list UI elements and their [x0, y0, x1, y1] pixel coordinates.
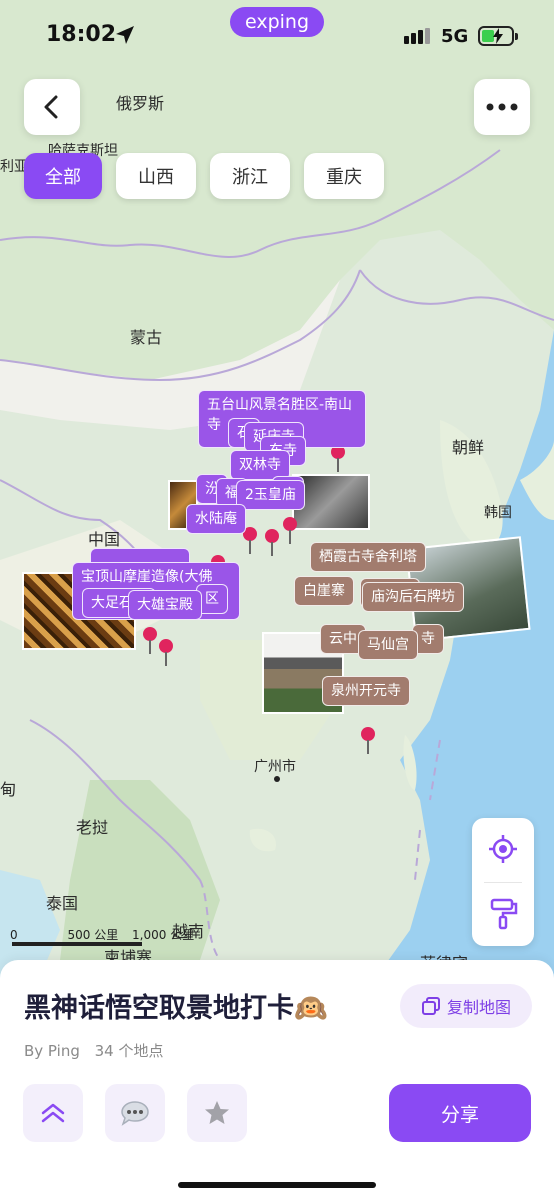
marker-label: 水陆庵 — [195, 511, 237, 527]
map-label-north-korea: 朝鲜 — [452, 438, 485, 457]
chevron-left-icon — [44, 95, 58, 119]
marker-label: 马仙宫 — [367, 637, 409, 653]
marker-label: 泉州开元寺 — [331, 683, 401, 699]
back-button[interactable] — [24, 79, 80, 135]
map-label-south-korea: 韩国 — [484, 505, 512, 521]
copy-icon — [421, 997, 440, 1015]
more-dots-icon — [486, 103, 518, 111]
map-scale: 0 500 公里 1,000 公里 — [10, 926, 194, 943]
map-label-thailand: 泰国 — [46, 894, 79, 913]
marker-label: 宝顶山摩崖造像(大佛 — [81, 569, 213, 585]
map-pin[interactable] — [264, 528, 280, 556]
battery-icon — [478, 26, 518, 46]
marker-shuilu[interactable]: 水陆庵 — [186, 504, 246, 534]
map-title: 黑神话悟空取景地打卡🙉 — [24, 993, 328, 1024]
marker-qixia[interactable]: 栖霞古寺舍利塔 — [310, 542, 426, 572]
divider — [484, 882, 522, 883]
filter-bar: 全部 山西 浙江 重庆 — [24, 153, 384, 199]
city-dot — [274, 776, 280, 782]
map-pin[interactable] — [330, 444, 346, 472]
map-controls — [472, 818, 534, 946]
scale-label: 500 公里 — [67, 928, 119, 942]
paint-roller-icon — [490, 898, 518, 930]
status-bar: 18:02 exping 5G — [0, 0, 554, 70]
marker-label: 寺 — [421, 631, 435, 647]
map-label-russia: 俄罗斯 — [116, 94, 165, 113]
filter-chip-shanxi[interactable]: 山西 — [116, 153, 196, 199]
locate-button[interactable] — [488, 834, 518, 864]
author-label: By Ping — [24, 1042, 80, 1060]
double-chevron-up-icon — [41, 1103, 65, 1123]
comment-button[interactable] — [105, 1084, 165, 1142]
copy-map-label: 复制地图 — [446, 998, 511, 1017]
scale-label: 1,000 公里 — [132, 928, 195, 942]
marker-quanzhou[interactable]: 泉州开元寺 — [322, 676, 410, 706]
marker-label: 大雄宝殿 — [137, 597, 193, 613]
filter-chip-chongqing[interactable]: 重庆 — [304, 153, 384, 199]
filter-chip-zhejiang[interactable]: 浙江 — [210, 153, 290, 199]
map-label-guangzhou: 广州市 — [254, 759, 296, 775]
map-pin[interactable] — [282, 516, 298, 544]
crosshair-icon — [489, 835, 517, 863]
marker-mashan[interactable]: 马仙宫 — [358, 630, 418, 660]
map-label-china: 中国 — [88, 530, 121, 549]
home-indicator — [178, 1182, 376, 1188]
star-icon — [205, 1101, 229, 1124]
location-arrow-icon — [116, 26, 134, 44]
marker-baiya[interactable]: 白崖寨 — [294, 576, 354, 606]
map-meta: By Ping 34 个地点 — [24, 1040, 164, 1061]
copy-map-button[interactable]: 复制地图 — [400, 984, 532, 1028]
bottom-sheet: 黑神话悟空取景地打卡🙉 复制地图 By Ping 34 个地点 分享 — [0, 960, 554, 1200]
network-type: 5G — [441, 26, 469, 47]
marker-miaogou[interactable]: 庙沟后石牌坊 — [362, 582, 464, 612]
marker-label: 区 — [205, 591, 219, 607]
map-style-button[interactable] — [490, 898, 518, 930]
brand-pill: exping — [230, 7, 324, 37]
marker-label: 栖霞古寺舍利塔 — [319, 549, 417, 565]
favorite-button[interactable] — [187, 1084, 247, 1142]
place-count: 34 个地点 — [94, 1042, 164, 1060]
marker-label: 白崖寨 — [303, 583, 345, 599]
marker-daxiong[interactable]: 大雄宝殿 — [128, 590, 202, 620]
marker-label: 云中 — [329, 631, 357, 647]
map-label-laos: 老挝 — [76, 818, 109, 837]
map-pin[interactable] — [360, 726, 376, 754]
chat-bubble-icon — [121, 1101, 149, 1126]
marker-label: 2玉皇庙 — [245, 487, 296, 503]
marker-yuhuang[interactable]: 2玉皇庙 — [236, 480, 305, 510]
map-label-edge-2: 甸 — [0, 780, 17, 799]
marker-label: 庙沟后石牌坊 — [371, 589, 455, 605]
map-pin[interactable] — [142, 626, 158, 654]
map-label-mongolia: 蒙古 — [130, 328, 163, 347]
marker-label: 双林寺 — [239, 457, 281, 473]
map-view[interactable]: 俄罗斯 哈萨克斯坦 利亚 蒙古 中国 朝鲜 韩国 广州市 甸 老挝 泰国 越南 … — [0, 0, 554, 1000]
scale-bar — [12, 942, 142, 946]
scale-label: 0 — [10, 928, 18, 942]
status-time: 18:02 — [46, 22, 117, 47]
filter-chip-all[interactable]: 全部 — [24, 153, 102, 199]
share-button[interactable]: 分享 — [389, 1084, 531, 1142]
map-pin[interactable] — [158, 638, 174, 666]
expand-button[interactable] — [23, 1084, 83, 1142]
more-button[interactable] — [474, 79, 530, 135]
